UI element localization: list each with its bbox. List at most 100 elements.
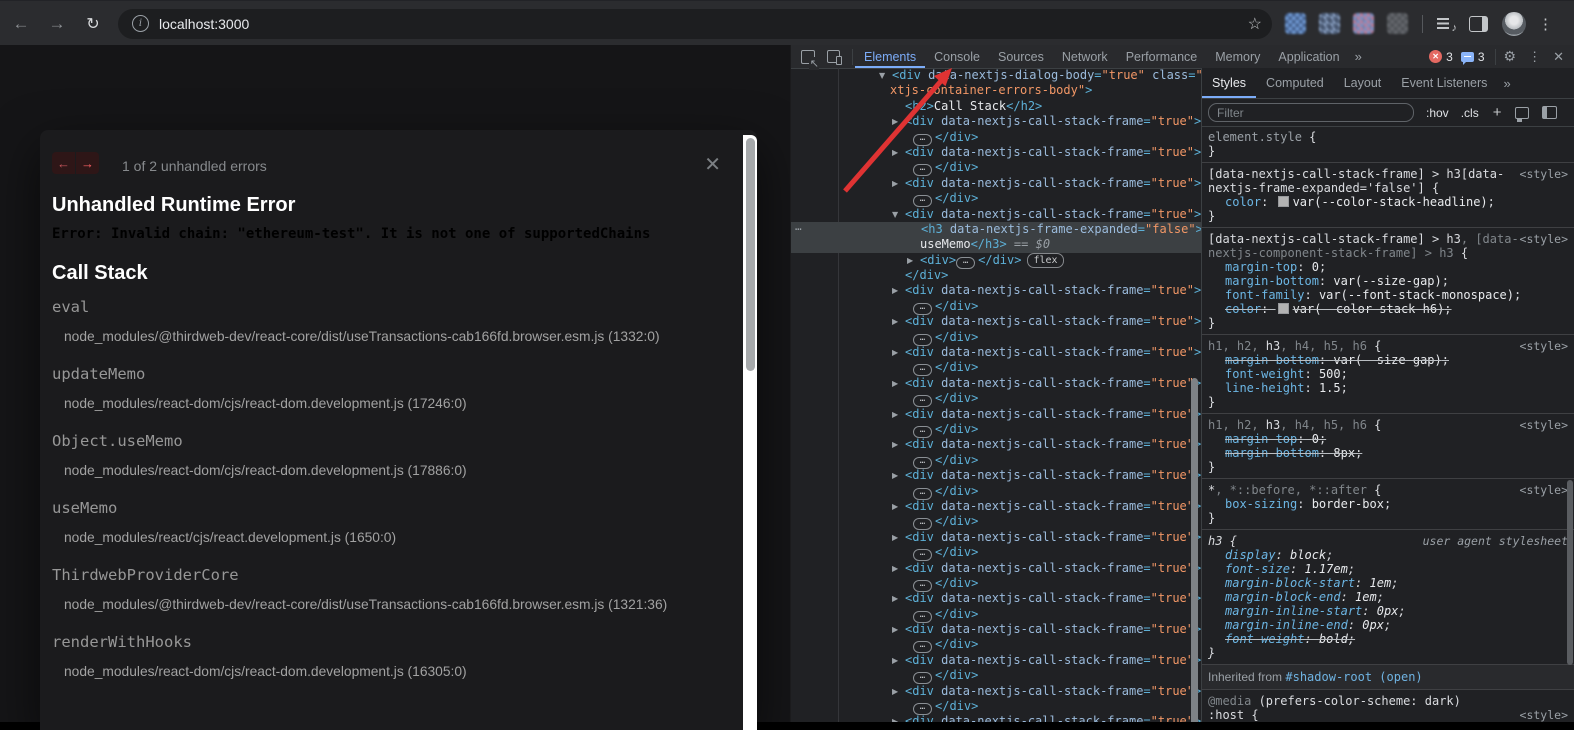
expand-arrow-icon[interactable]: ▼ bbox=[879, 68, 892, 83]
expand-arrow-icon[interactable]: ▶ bbox=[892, 283, 905, 298]
device-toolbar-icon[interactable] bbox=[827, 50, 840, 63]
expand-arrow-icon[interactable]: ▶ bbox=[892, 468, 905, 483]
elements-tree-row[interactable]: …</div> bbox=[791, 545, 1201, 560]
expand-arrow-icon[interactable]: ▶ bbox=[892, 653, 905, 668]
elements-tree-row[interactable]: ▶<div data-nextjs-call-stack-frame="true… bbox=[791, 499, 1201, 514]
collapsed-content-icon[interactable]: … bbox=[913, 549, 932, 561]
expand-arrow-icon[interactable]: ▶ bbox=[892, 314, 905, 329]
elements-tree-row[interactable]: ▶<div data-nextjs-call-stack-frame="true… bbox=[791, 437, 1201, 452]
settings-gear-icon[interactable]: ⚙ bbox=[1504, 48, 1517, 65]
elements-tree-row[interactable]: ▶<div data-nextjs-call-stack-frame="true… bbox=[791, 314, 1201, 329]
side-panel-icon[interactable] bbox=[1469, 16, 1488, 32]
paint-format-icon[interactable] bbox=[1515, 107, 1529, 119]
dialog-scrollbar-thumb[interactable] bbox=[746, 138, 755, 371]
elements-tree-row[interactable]: ▶<div data-nextjs-call-stack-frame="true… bbox=[791, 714, 1201, 722]
elements-tree-row[interactable]: …</div> bbox=[791, 607, 1201, 622]
shadow-root-link[interactable]: #shadow-root (open) bbox=[1285, 670, 1422, 684]
elements-tree-row[interactable]: …</div> bbox=[791, 160, 1201, 175]
expand-arrow-icon[interactable]: ▶ bbox=[892, 407, 905, 422]
elements-tree-row[interactable]: </div> bbox=[791, 268, 1201, 283]
elements-tree-row[interactable]: …</div> bbox=[791, 576, 1201, 591]
stack-frame-location[interactable]: node_modules/react-dom/cjs/react-dom.dev… bbox=[64, 396, 723, 411]
css-property[interactable]: margin-bottom: var(--size-gap); bbox=[1208, 353, 1568, 367]
elements-tree-row[interactable]: …</div> bbox=[791, 191, 1201, 206]
expand-arrow-icon[interactable]: ▶ bbox=[892, 145, 905, 160]
stack-frame-name[interactable]: useMemo bbox=[52, 499, 723, 517]
sidebar-more-tabs-icon[interactable]: » bbox=[1497, 76, 1516, 91]
css-property[interactable]: margin-bottom: var(--size-gap); bbox=[1208, 274, 1568, 288]
styles-scrollbar-thumb[interactable] bbox=[1567, 480, 1573, 665]
elements-tree-row[interactable]: …</div> bbox=[791, 391, 1201, 406]
stack-frame-location[interactable]: node_modules/react/cjs/react.development… bbox=[64, 530, 723, 545]
dialog-close-icon[interactable]: ✕ bbox=[704, 152, 721, 177]
stylesheet-origin-link[interactable]: <style> bbox=[1520, 339, 1568, 353]
elements-tree-row[interactable]: ▶<div data-nextjs-call-stack-frame="true… bbox=[791, 345, 1201, 360]
stylesheet-origin-link[interactable]: <style> bbox=[1520, 708, 1568, 722]
browser-menu-icon[interactable]: ⋮ bbox=[1538, 15, 1553, 33]
css-property[interactable]: font-family: var(--font-stack-monospace)… bbox=[1208, 288, 1568, 302]
elements-tree-row[interactable]: …</div> bbox=[791, 130, 1201, 145]
collapsed-content-icon[interactable]: … bbox=[913, 164, 932, 176]
collapsed-content-icon[interactable]: … bbox=[913, 195, 932, 207]
stylesheet-origin-link[interactable]: <style> bbox=[1520, 232, 1568, 246]
elements-tree-row[interactable]: ▶<div data-nextjs-call-stack-frame="true… bbox=[791, 622, 1201, 637]
next-error-button[interactable]: → bbox=[76, 152, 99, 174]
stack-frame-name[interactable]: Object.useMemo bbox=[52, 432, 723, 450]
bookmark-star-icon[interactable]: ☆ bbox=[1248, 14, 1262, 34]
elements-tree-row[interactable]: …</div> bbox=[791, 453, 1201, 468]
elements-tree-row[interactable]: <h2>Call Stack</h2> bbox=[791, 99, 1201, 114]
collapsed-content-icon[interactable]: … bbox=[913, 488, 932, 500]
extension-icon-3[interactable] bbox=[1353, 13, 1374, 34]
collapsed-content-icon[interactable]: … bbox=[913, 703, 932, 715]
collapsed-content-icon[interactable]: … bbox=[913, 641, 932, 653]
devtools-menu-icon[interactable]: ⋮ bbox=[1528, 49, 1541, 65]
node-menu-dots-icon[interactable]: … bbox=[795, 219, 803, 234]
extension-icon-1[interactable] bbox=[1285, 13, 1306, 34]
expand-arrow-icon[interactable]: ▶ bbox=[892, 561, 905, 576]
elements-tree-row[interactable]: ▶<div data-nextjs-call-stack-frame="true… bbox=[791, 530, 1201, 545]
css-property[interactable]: color: var(--color-stack-headline); bbox=[1208, 195, 1568, 209]
console-message-icon[interactable] bbox=[1461, 52, 1474, 62]
sidebar-tab-styles[interactable]: Styles bbox=[1202, 68, 1256, 98]
elements-tree-row[interactable]: …</div> bbox=[791, 299, 1201, 314]
elements-tree-row[interactable]: ▶<div data-nextjs-call-stack-frame="true… bbox=[791, 684, 1201, 699]
url-text[interactable]: localhost:3000 bbox=[159, 16, 249, 32]
extension-icon-2[interactable] bbox=[1319, 13, 1340, 34]
elements-tree-row[interactable]: useMemo</h3> == $0 bbox=[791, 237, 1201, 252]
elements-tree-row[interactable]: …</div> bbox=[791, 484, 1201, 499]
css-property[interactable]: margin-block-start: 1em; bbox=[1208, 576, 1568, 590]
playlist-icon[interactable]: ♪ bbox=[1437, 17, 1455, 31]
css-property[interactable]: display: block; bbox=[1208, 548, 1568, 562]
css-property[interactable]: font-weight: bold; bbox=[1208, 632, 1568, 646]
site-info-icon[interactable]: i bbox=[132, 15, 149, 32]
elements-tree-row[interactable]: ▶<div data-nextjs-call-stack-frame="true… bbox=[791, 283, 1201, 298]
collapsed-content-icon[interactable]: … bbox=[913, 580, 932, 592]
collapsed-content-icon[interactable]: … bbox=[913, 611, 932, 623]
stylesheet-origin-link[interactable]: <style> bbox=[1520, 167, 1568, 181]
stack-frame-location[interactable]: node_modules/react-dom/cjs/react-dom.dev… bbox=[64, 664, 723, 679]
stack-frame-name[interactable]: ThirdwebProviderCore bbox=[52, 566, 723, 584]
css-property[interactable]: font-weight: 500; bbox=[1208, 367, 1568, 381]
stack-frame-name[interactable]: renderWithHooks bbox=[52, 633, 723, 651]
expand-arrow-icon[interactable]: ▶ bbox=[892, 591, 905, 606]
expand-arrow-icon[interactable]: ▶ bbox=[892, 714, 905, 722]
elements-tree-row[interactable]: …</div> bbox=[791, 514, 1201, 529]
styles-filter-input[interactable] bbox=[1208, 103, 1414, 122]
css-property[interactable]: margin-inline-end: 0px; bbox=[1208, 618, 1568, 632]
expand-arrow-icon[interactable]: ▶ bbox=[892, 376, 905, 391]
elements-tree-row[interactable]: …</div> bbox=[791, 699, 1201, 714]
color-swatch[interactable] bbox=[1278, 303, 1289, 314]
collapsed-content-icon[interactable]: … bbox=[913, 426, 932, 438]
css-property[interactable]: margin-block-end: 1em; bbox=[1208, 590, 1568, 604]
sidebar-layout-icon[interactable] bbox=[1542, 106, 1557, 119]
stylesheet-origin-link[interactable]: <style> bbox=[1520, 483, 1568, 497]
expand-arrow-icon[interactable]: ▼ bbox=[892, 207, 905, 222]
toggle-classes[interactable]: .cls bbox=[1461, 106, 1479, 120]
inspect-element-icon[interactable] bbox=[801, 50, 815, 64]
css-property[interactable]: font-size: 1.17em; bbox=[1208, 562, 1568, 576]
css-property[interactable]: color: var(--color-stack-h6); bbox=[1208, 302, 1568, 316]
expand-arrow-icon[interactable]: ▶ bbox=[892, 176, 905, 191]
reload-icon[interactable]: ↻ bbox=[78, 9, 108, 39]
css-property[interactable]: margin-top: 0; bbox=[1208, 432, 1568, 446]
url-bar[interactable]: i localhost:3000 ☆ bbox=[118, 9, 1272, 39]
